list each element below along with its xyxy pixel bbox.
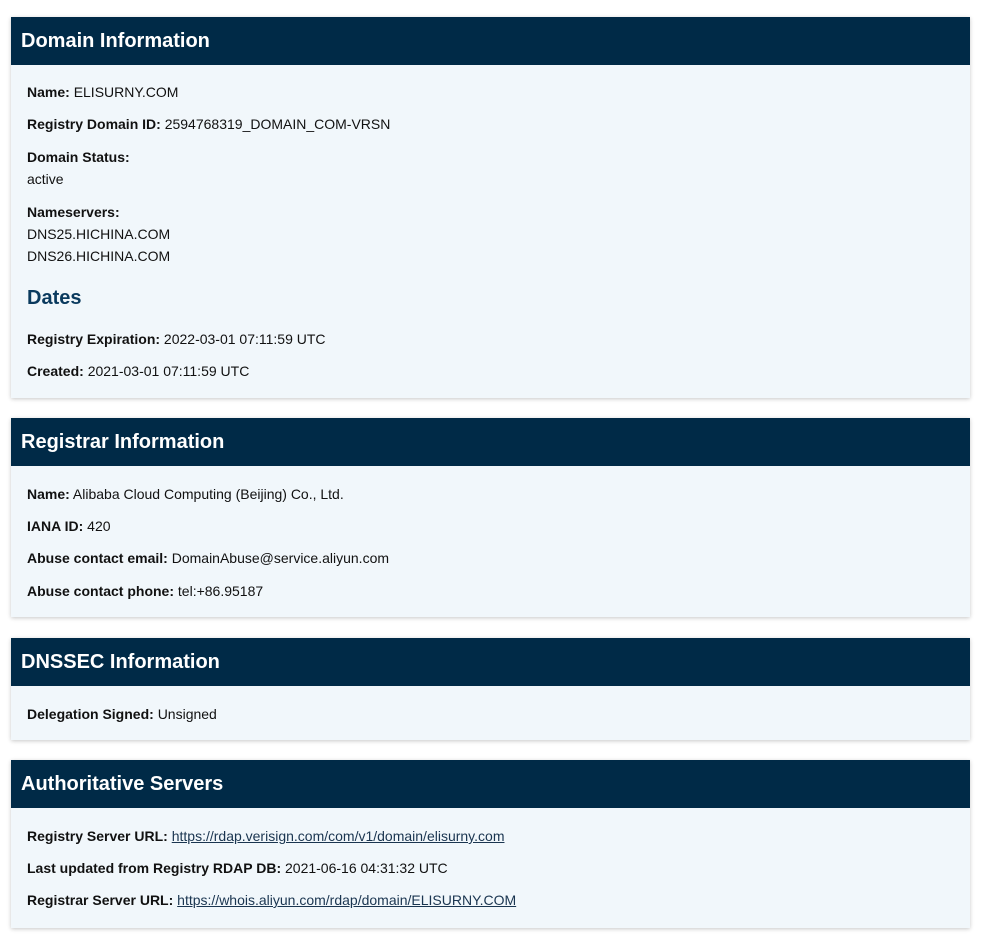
registry-expiration-value: 2022-03-01 07:11:59 UTC bbox=[163, 331, 326, 347]
registrar-name-row: Name: Alibaba Cloud Computing (Beijing) … bbox=[27, 485, 344, 503]
registry-domain-id-row: Registry Domain ID: 2594768319_DOMAIN_CO… bbox=[27, 115, 390, 133]
nameservers-label-row: Nameservers: bbox=[27, 203, 120, 221]
registrar-server-url-link[interactable]: https://whois.aliyun.com/rdap/domain/ELI… bbox=[177, 892, 516, 908]
domain-name-value: ELISURNY.COM bbox=[73, 84, 179, 100]
registry-server-url-row: Registry Server URL: https://rdap.verisi… bbox=[27, 827, 504, 845]
nameserver-item: DNS25.HICHINA.COM bbox=[27, 226, 171, 242]
registrar-server-url-row: Registrar Server URL: https://whois.aliy… bbox=[27, 891, 516, 909]
registrar-name-label: Name: bbox=[27, 486, 70, 502]
dates-heading: Dates bbox=[27, 287, 82, 309]
last-updated-value: 2021-06-16 04:31:32 UTC bbox=[285, 860, 448, 876]
domain-name-row: Name: ELISURNY.COM bbox=[27, 83, 178, 101]
registry-server-url-link[interactable]: https://rdap.verisign.com/com/v1/domain/… bbox=[172, 828, 505, 844]
created-label: Created: bbox=[27, 363, 84, 379]
iana-id-row: IANA ID: 420 bbox=[27, 517, 111, 535]
abuse-email-label: Abuse contact email: bbox=[27, 550, 168, 566]
abuse-phone-label: Abuse contact phone: bbox=[27, 583, 175, 599]
authoritative-servers-title: Authoritative Servers bbox=[11, 760, 970, 808]
abuse-phone-value: tel:+86.95187 bbox=[177, 583, 264, 599]
abuse-email-row: Abuse contact email: DomainAbuse@service… bbox=[27, 549, 389, 567]
registrar-name-value: Alibaba Cloud Computing (Beijing) Co., L… bbox=[72, 486, 344, 502]
domain-status-label: Domain Status: bbox=[27, 149, 130, 165]
created-row: Created: 2021-03-01 07:11:59 UTC bbox=[27, 362, 249, 380]
last-updated-row: Last updated from Registry RDAP DB: 2021… bbox=[27, 859, 448, 877]
delegation-signed-label: Delegation Signed: bbox=[27, 706, 154, 722]
iana-id-value: 420 bbox=[87, 518, 111, 534]
nameservers-label: Nameservers: bbox=[27, 204, 120, 220]
domain-name-label: Name: bbox=[27, 84, 70, 100]
domain-information-title: Domain Information bbox=[11, 17, 970, 65]
last-updated-label: Last updated from Registry RDAP DB: bbox=[27, 860, 282, 876]
registry-domain-id-value: 2594768319_DOMAIN_COM-VRSN bbox=[164, 116, 391, 132]
dnssec-information-title: DNSSEC Information bbox=[11, 638, 970, 686]
registrar-information-title: Registrar Information bbox=[11, 418, 970, 466]
domain-status-value: active bbox=[27, 171, 64, 187]
registrar-information-card: Registrar Information Name: Alibaba Clou… bbox=[11, 418, 970, 617]
iana-id-label: IANA ID: bbox=[27, 518, 84, 534]
registrar-server-url-label: Registrar Server URL: bbox=[27, 892, 174, 908]
dnssec-information-card: DNSSEC Information Delegation Signed: Un… bbox=[11, 638, 970, 740]
nameserver-item: DNS26.HICHINA.COM bbox=[27, 248, 171, 264]
abuse-email-value: DomainAbuse@service.aliyun.com bbox=[171, 550, 390, 566]
registry-expiration-row: Registry Expiration: 2022-03-01 07:11:59… bbox=[27, 330, 326, 348]
registry-server-url-label: Registry Server URL: bbox=[27, 828, 168, 844]
created-value: 2021-03-01 07:11:59 UTC bbox=[87, 363, 250, 379]
registry-domain-id-label: Registry Domain ID: bbox=[27, 116, 161, 132]
delegation-signed-value: Unsigned bbox=[157, 706, 217, 722]
domain-information-card: Domain Information Name: ELISURNY.COM Re… bbox=[11, 17, 970, 398]
abuse-phone-row: Abuse contact phone: tel:+86.95187 bbox=[27, 582, 263, 600]
domain-status-label-row: Domain Status: bbox=[27, 148, 130, 166]
authoritative-servers-card: Authoritative Servers Registry Server UR… bbox=[11, 760, 970, 928]
registry-expiration-label: Registry Expiration: bbox=[27, 331, 161, 347]
delegation-signed-row: Delegation Signed: Unsigned bbox=[27, 705, 217, 723]
